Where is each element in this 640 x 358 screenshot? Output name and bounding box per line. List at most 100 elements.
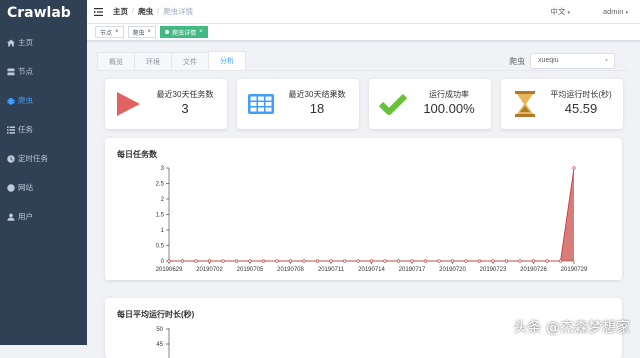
data-point	[437, 259, 441, 263]
sidebar-item-label: 任务	[18, 125, 33, 134]
tag-nodes[interactable]: 节点 ×	[95, 26, 124, 38]
table-grid-icon	[248, 94, 274, 114]
language-dropdown[interactable]: 中文 ▾	[550, 6, 570, 17]
y-tick-label: 0	[161, 259, 165, 265]
home-icon	[7, 39, 15, 46]
tag-label: 爬虫	[132, 30, 145, 37]
x-tick-label: 20190726	[520, 267, 547, 273]
tag-spiders[interactable]: 爬虫 ×	[127, 26, 157, 38]
breadcrumb: 主页 / 爬虫 / 爬虫详情	[113, 6, 193, 17]
data-point	[234, 259, 239, 263]
series-area	[169, 168, 574, 261]
series-line	[169, 167, 575, 262]
close-icon[interactable]: ×	[115, 29, 119, 35]
watermark: 头条 @杰森梦想家	[513, 320, 630, 336]
metric-label: 最近30天结果数	[288, 90, 346, 99]
app-logo[interactable]: Crawlab	[0, 0, 87, 28]
y-tick-label: 2	[161, 197, 165, 203]
close-icon[interactable]: ×	[148, 29, 152, 35]
metric-label: 平均运行时长(秒)	[550, 90, 612, 99]
bug-icon	[7, 97, 15, 105]
breadcrumb-spiders[interactable]: 爬虫	[138, 6, 153, 17]
close-icon[interactable]: ×	[199, 29, 203, 35]
data-point	[180, 259, 185, 263]
tab-analytics[interactable]: 分析	[208, 51, 246, 70]
top-navbar: 主页 / 爬虫 / 爬虫详情 中文 ▾ admin ▾	[87, 0, 640, 24]
data-point	[410, 259, 414, 263]
data-point	[396, 259, 401, 263]
data-point	[491, 259, 495, 263]
sidebar-item-0[interactable]: 主页	[0, 28, 87, 57]
metric-card-tasks: 最近30天任务数 3	[105, 79, 227, 129]
sidebar-item-label: 主页	[18, 38, 33, 47]
data-point	[221, 259, 225, 263]
data-point	[275, 259, 279, 263]
sidebar-item-3[interactable]: 任务	[0, 115, 87, 144]
metric-card-results: 最近30天结果数 18	[237, 79, 359, 129]
metric-value: 45.59	[564, 101, 598, 116]
x-tick-label: 20190723	[480, 267, 507, 273]
data-point	[167, 259, 171, 263]
language-label: 中文	[550, 7, 566, 16]
breadcrumb-home[interactable]: 主页	[113, 6, 128, 17]
tab-overview[interactable]: 概览	[97, 52, 135, 70]
data-point	[504, 259, 509, 263]
data-point	[477, 259, 482, 263]
data-point	[531, 259, 536, 263]
breadcrumb-current: 爬虫详情	[163, 7, 194, 16]
sidebar-item-4[interactable]: 定时任务	[0, 144, 87, 173]
y-tick-label: 1.5	[156, 213, 165, 219]
sidebar: Crawlab 主页节点 爬虫任务定时任务网站用户	[0, 0, 87, 345]
user-label: admin	[602, 7, 624, 16]
sidebar-item-label: 定时任务	[18, 154, 48, 163]
y-tick-label: 50	[156, 327, 163, 333]
play-triangle-icon	[117, 92, 140, 116]
tab-environment[interactable]: 环境	[134, 52, 172, 70]
data-point	[369, 259, 374, 263]
data-point	[545, 259, 549, 263]
check-icon	[379, 93, 407, 115]
data-point	[518, 259, 522, 263]
sidebar-item-label: 用户	[18, 212, 33, 221]
tag-label: 节点	[100, 30, 113, 37]
data-point	[288, 259, 293, 263]
sidebar-item-2[interactable]: 爬虫	[0, 86, 87, 115]
sidebar-menu: 主页节点 爬虫任务定时任务网站用户	[0, 28, 87, 231]
data-point	[302, 259, 306, 263]
chevron-down-icon: ▾	[567, 10, 570, 16]
main-content: 概览 环境 文件 分析 爬虫 xueqiu ▾ 最近30天任务数 3 最近30天…	[87, 41, 640, 358]
data-point	[315, 259, 320, 263]
y-tick-label: 45	[156, 342, 163, 348]
data-point	[248, 259, 252, 263]
clock-icon	[7, 154, 15, 163]
y-tick-label: 3	[161, 166, 165, 172]
metric-value: 3	[181, 101, 189, 116]
spider-select[interactable]: xueqiu ▾	[530, 53, 615, 69]
sidebar-item-6[interactable]: 用户	[0, 202, 87, 231]
hourglass-icon	[515, 91, 535, 117]
tag-spider-detail[interactable]: 爬虫详情 ×	[160, 26, 208, 38]
data-point	[450, 259, 455, 263]
x-tick-label: 20190708	[277, 267, 304, 273]
data-point	[383, 259, 387, 263]
tag-label: 爬虫详情	[172, 30, 197, 37]
metric-card-success-rate: 运行成功率 100.00%	[369, 79, 491, 129]
metric-label: 运行成功率	[429, 90, 469, 99]
metric-value: 18	[309, 101, 325, 116]
user-dropdown[interactable]: admin ▾	[603, 7, 628, 16]
server-icon	[7, 68, 15, 75]
sidebar-item-1[interactable]: 节点	[0, 57, 87, 86]
data-point	[423, 259, 428, 263]
list-icon	[7, 126, 15, 134]
metric-value: 100.00%	[423, 101, 475, 116]
data-point	[207, 259, 212, 263]
data-point	[572, 166, 576, 170]
x-tick-label: 20190702	[196, 267, 223, 273]
metric-label: 最近30天任务数	[156, 90, 214, 99]
breadcrumb-separator: /	[157, 6, 160, 15]
hamburger-icon[interactable]	[94, 7, 103, 16]
sidebar-item-5[interactable]: 网站	[0, 173, 87, 202]
y-tick-label: 0.5	[156, 244, 165, 250]
tab-files[interactable]: 文件	[171, 52, 209, 70]
breadcrumb-separator: /	[132, 6, 135, 15]
